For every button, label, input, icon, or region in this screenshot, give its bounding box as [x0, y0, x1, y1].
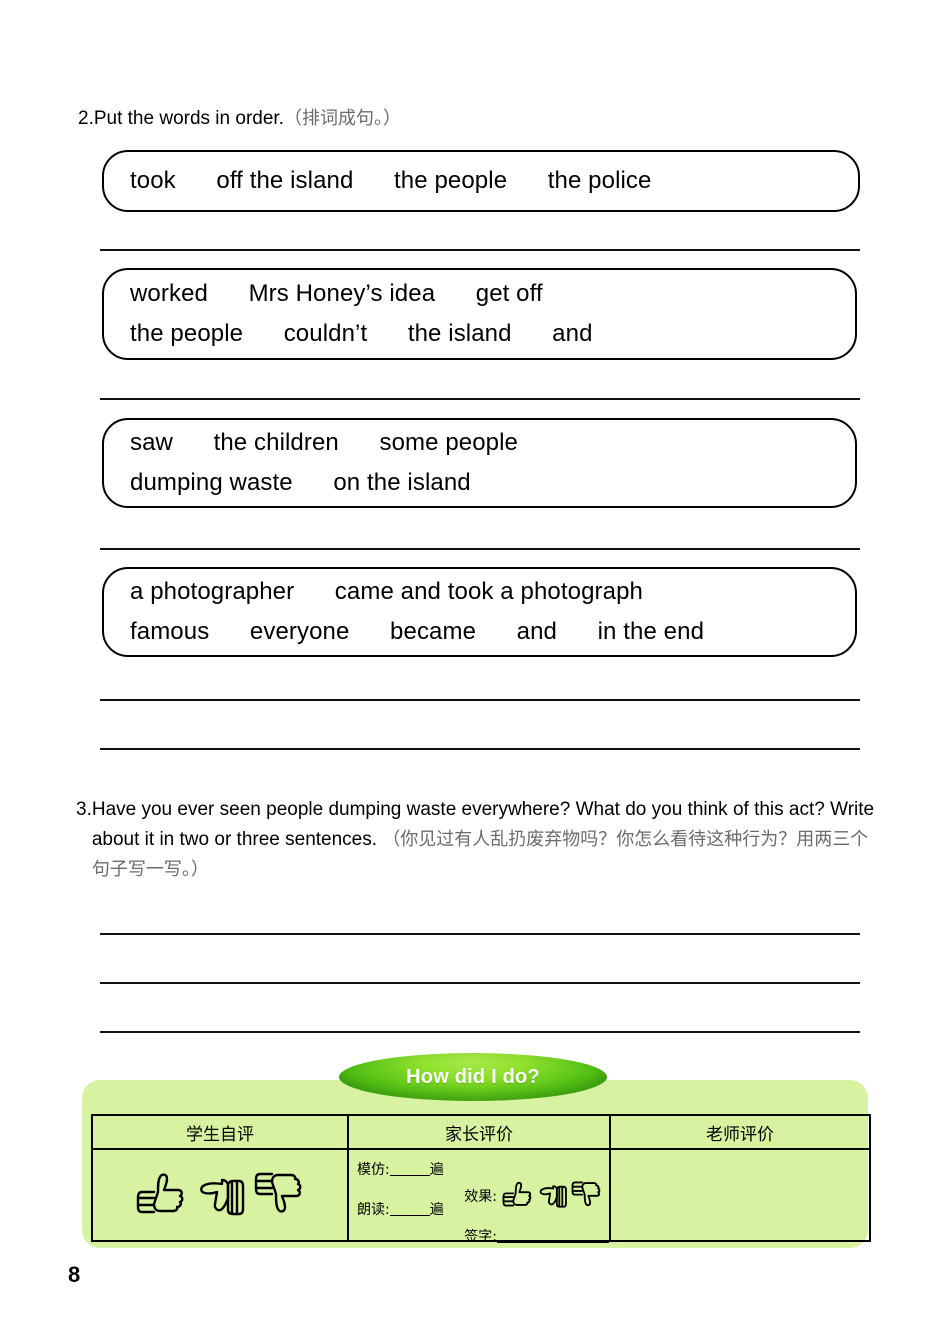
- writing-rule-1: [100, 933, 860, 935]
- question-2-english: Put the words in order.: [93, 108, 284, 129]
- table-body-row: 模仿: 遍 朗读: 遍 效果: 签字:: [91, 1148, 871, 1245]
- answer-rule-4: [100, 699, 860, 701]
- parent-evaluation-cell[interactable]: 模仿: 遍 朗读: 遍 效果: 签字:: [347, 1148, 611, 1245]
- thumb-rating-group[interactable]: [93, 1170, 347, 1221]
- imitate-unit: 遍: [429, 1162, 444, 1178]
- question-3-text: Have you ever seen people dumping waste …: [92, 795, 876, 885]
- answer-rule-3: [100, 548, 860, 550]
- imitate-blank[interactable]: [389, 1175, 430, 1176]
- parent-effect-and-signature: 效果: 签字:: [460, 1150, 609, 1245]
- thumbs-sideways-icon[interactable]: [535, 1180, 569, 1212]
- header-teacher-evaluation: 老师评价: [609, 1114, 871, 1150]
- question-2-text: Put the words in order.（排词成句。）: [94, 104, 401, 134]
- how-did-i-do-banner: How did I do?: [339, 1053, 607, 1101]
- parent-practice-fields: 模仿: 遍 朗读: 遍: [349, 1150, 460, 1240]
- question-2-heading: 2. Put the words in order.（排词成句。）: [78, 104, 878, 134]
- student-self-evaluation-cell[interactable]: [91, 1148, 349, 1242]
- effect-thumb-rating-group[interactable]: [501, 1180, 603, 1212]
- worksheet-page: 2. Put the words in order.（排词成句。） took o…: [0, 0, 950, 1336]
- imitate-field[interactable]: 模仿: 遍: [357, 1159, 460, 1179]
- word-scramble-line: dumping waste on the island: [130, 469, 471, 496]
- thumbs-down-icon[interactable]: [252, 1170, 306, 1221]
- word-scramble-line: the people couldn’t the island and: [130, 320, 593, 347]
- word-scramble-line: saw the children some people: [130, 429, 518, 456]
- page-number: 8: [68, 1262, 81, 1287]
- writing-rule-2: [100, 982, 860, 984]
- word-scramble-line: a photographer came and took a photograp…: [130, 578, 643, 605]
- answer-rule-1: [100, 249, 860, 251]
- question-3-number: 3.: [76, 799, 92, 820]
- answer-rule-5: [100, 748, 860, 750]
- word-scramble-line: worked Mrs Honey’s idea get off: [130, 280, 543, 307]
- effect-field[interactable]: 效果:: [464, 1180, 609, 1212]
- teacher-evaluation-cell[interactable]: [609, 1148, 871, 1242]
- question-2-chinese: （排词成句。）: [283, 108, 401, 129]
- read-aloud-field[interactable]: 朗读: 遍: [357, 1199, 460, 1219]
- how-did-i-do-label: How did I do?: [406, 1065, 540, 1088]
- word-scramble-box-3: saw the children some people dumping was…: [102, 418, 857, 508]
- question-2-number: 2.: [78, 108, 94, 129]
- word-scramble-line: famous everyone became and in the end: [130, 618, 705, 645]
- imitate-label: 模仿:: [357, 1162, 390, 1178]
- thumbs-down-icon[interactable]: [570, 1180, 603, 1212]
- writing-rule-3: [100, 1031, 860, 1033]
- read-aloud-unit: 遍: [429, 1202, 444, 1218]
- read-aloud-blank[interactable]: [389, 1215, 430, 1216]
- answer-rule-2: [100, 398, 860, 400]
- signature-label: 签字:: [464, 1229, 497, 1245]
- signature-blank[interactable]: [497, 1242, 609, 1243]
- word-scramble-box-4: a photographer came and took a photograp…: [102, 567, 857, 657]
- word-scramble-box-2: worked Mrs Honey’s idea get off the peop…: [102, 268, 857, 360]
- read-aloud-label: 朗读:: [357, 1202, 390, 1218]
- header-student-self-evaluation: 学生自评: [91, 1114, 349, 1150]
- word-scramble-line: took off the island the people the polic…: [130, 167, 652, 194]
- thumbs-up-icon[interactable]: [134, 1170, 188, 1221]
- header-parent-evaluation: 家长评价: [347, 1114, 611, 1150]
- thumbs-sideways-icon[interactable]: [192, 1170, 248, 1221]
- word-scramble-box-1: took off the island the people the polic…: [102, 150, 860, 212]
- effect-label: 效果:: [464, 1189, 497, 1205]
- parent-fields-layout: 模仿: 遍 朗读: 遍 效果: 签字:: [349, 1150, 609, 1245]
- thumbs-up-icon[interactable]: [501, 1180, 534, 1212]
- signature-field[interactable]: 签字:: [464, 1226, 609, 1246]
- table-header-row: 学生自评 家长评价 老师评价: [91, 1114, 871, 1150]
- question-3-heading: 3. Have you ever seen people dumping was…: [76, 795, 876, 885]
- assessment-table: 学生自评 家长评价 老师评价 模仿: 遍 朗读: 遍 效果: 签字:: [91, 1114, 871, 1245]
